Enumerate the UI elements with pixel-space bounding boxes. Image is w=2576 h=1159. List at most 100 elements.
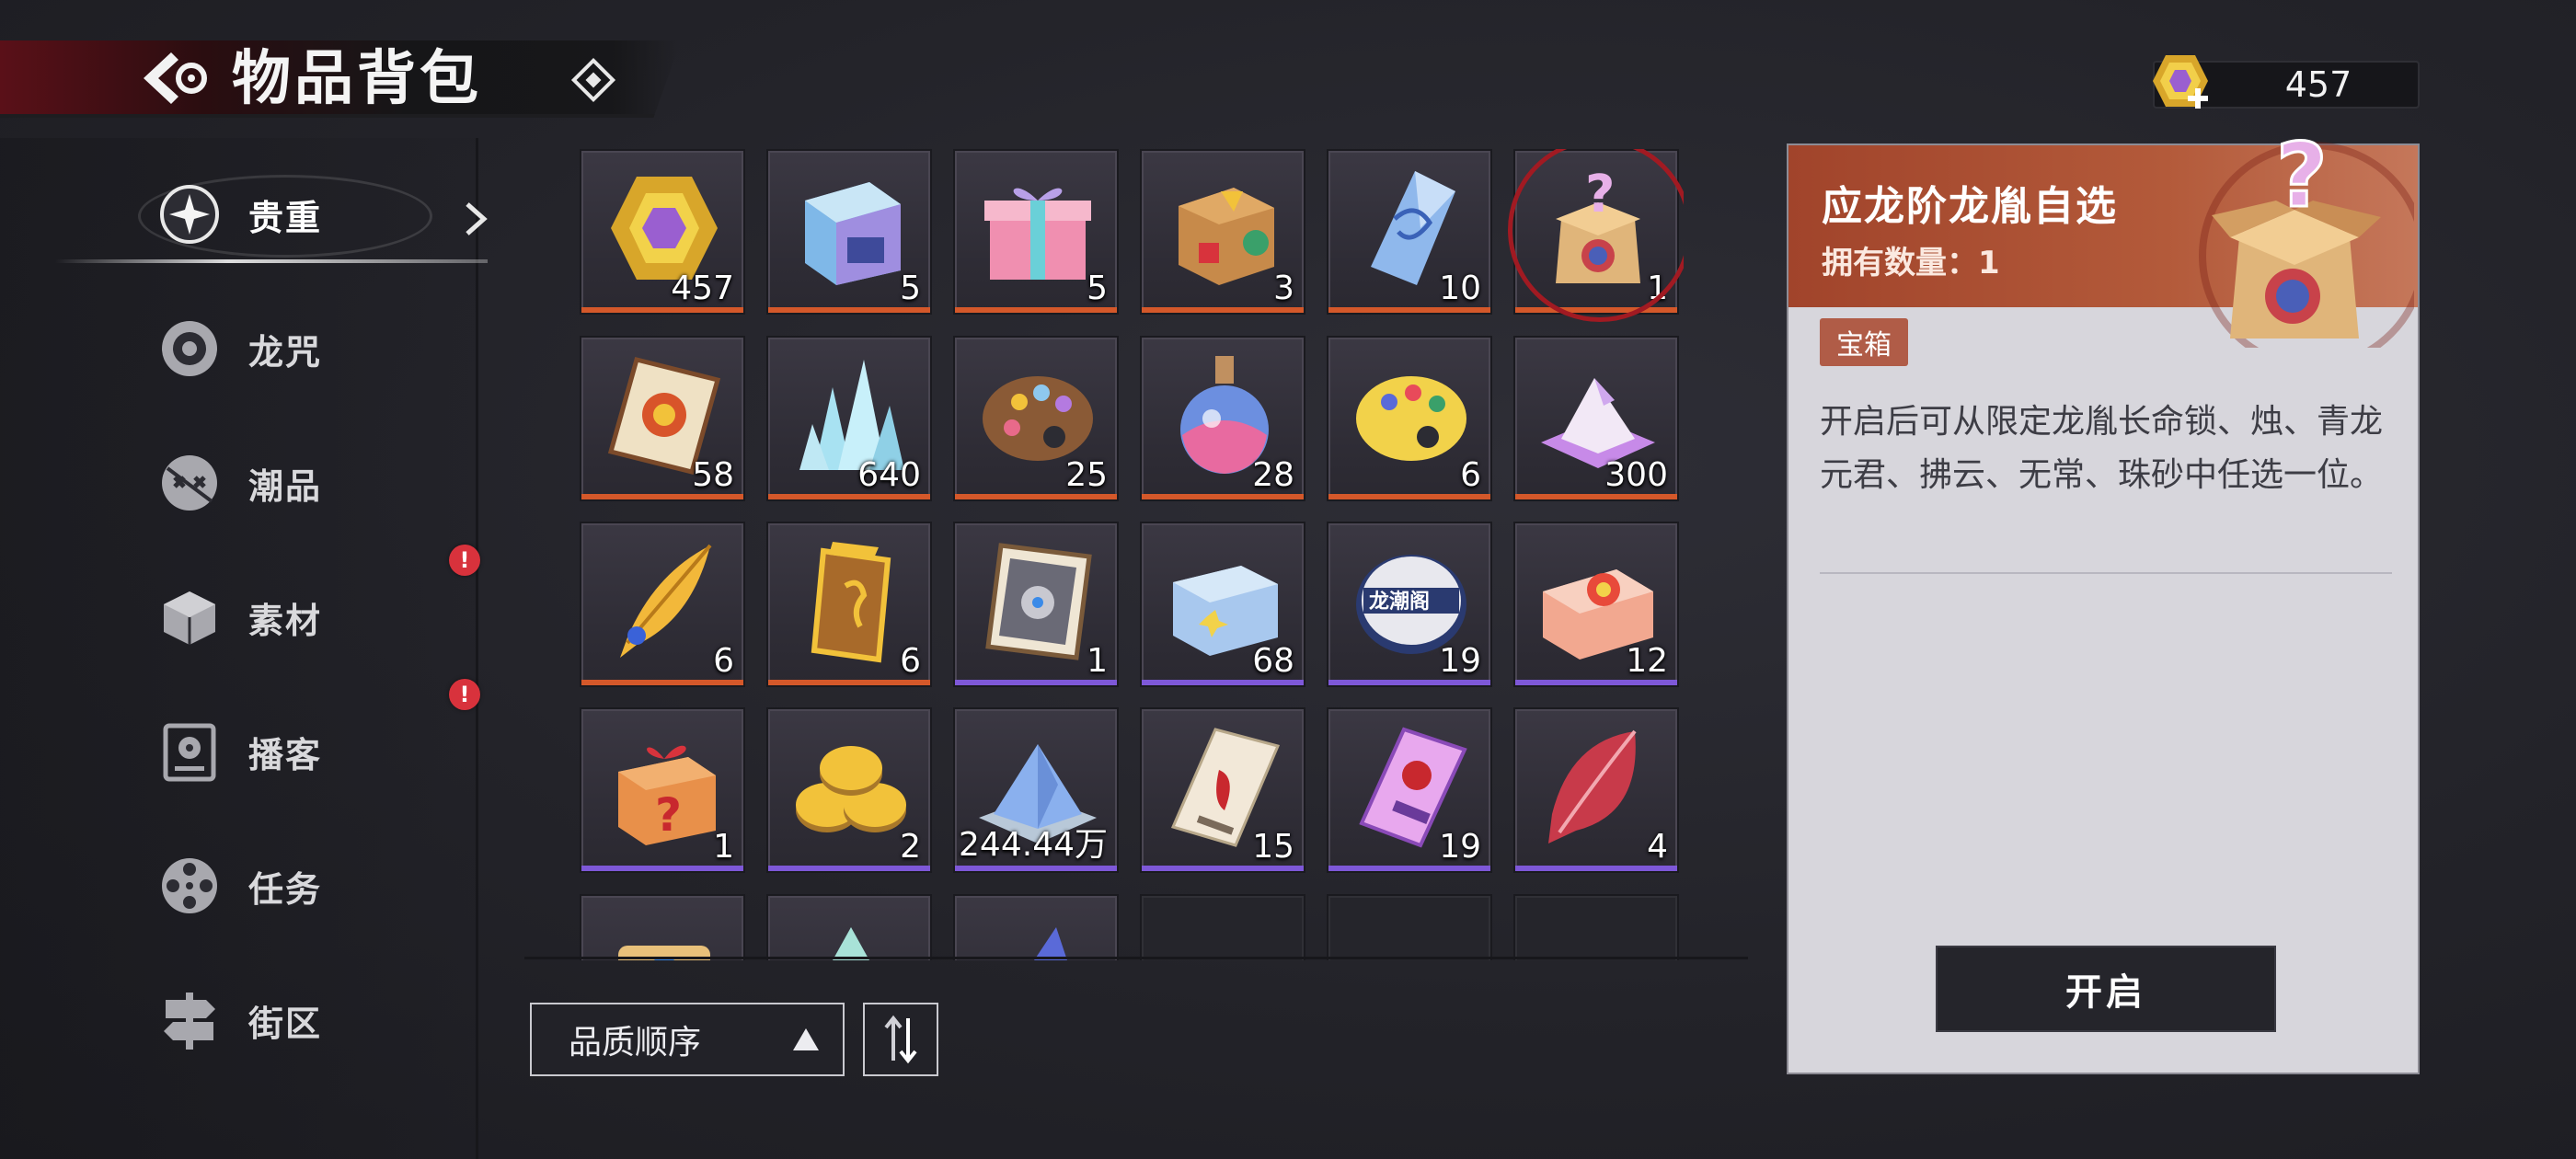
item-slot-wooden-toy-box[interactable]: 3 — [1140, 149, 1305, 315]
quality-bar — [768, 680, 930, 685]
item-description: 开启后可从限定龙胤长命锁、烛、青龙元君、拂云、无常、珠砂中任选一位。 — [1820, 403, 2384, 494]
quality-bar — [955, 680, 1117, 685]
sidebar-item-valuables[interactable]: 贵重 — [156, 164, 469, 265]
item-slot-pink-ticket[interactable]: 19 — [1327, 707, 1492, 873]
sidebar-item-materials[interactable]: 素材 — [156, 567, 469, 668]
svg-text:?: ? — [1585, 165, 1615, 224]
detail-divider — [1820, 572, 2392, 574]
item-detail-panel: 应龙阶龙胤自选 拥有数量：1 ? 宝箱 开启后可从限定龙胤长命锁、烛、青龙元君、… — [1787, 127, 2420, 1074]
item-slot-talisman-ticket[interactable]: 58 — [580, 336, 745, 501]
sidebar-item-tasks[interactable]: 任务 — [156, 835, 469, 936]
svg-text:?: ? — [2276, 127, 2328, 227]
item-name: 应龙阶龙胤自选 — [1822, 183, 2118, 230]
notification-badge-materials: ! — [449, 545, 480, 576]
empty-slot — [1140, 894, 1305, 960]
item-slot-candy-box[interactable]: 12 — [1513, 522, 1679, 687]
sidebar-item-district[interactable]: 街区 — [156, 970, 469, 1071]
sidebar-item-label: 贵重 — [248, 197, 323, 238]
info-diamond-icon[interactable] — [569, 55, 618, 105]
item-slot-golden-plaque[interactable]: 6 — [766, 522, 932, 687]
item-slot-partial[interactable] — [953, 894, 1119, 960]
item-slot-ice-crystals[interactable]: 640 — [766, 336, 932, 501]
grid-divider — [524, 957, 1748, 959]
owned-count: 拥有数量：1 — [1822, 245, 2000, 281]
item-count: 1 — [713, 828, 734, 866]
golden-feather-icon — [620, 544, 712, 658]
quality-bar — [1142, 680, 1304, 685]
quality-bar — [581, 866, 743, 871]
page-title: 物品背包 — [232, 45, 482, 113]
sort-arrows-icon — [884, 1015, 917, 1064]
item-slot-longchao-badge[interactable]: 龙潮阁 19 — [1327, 522, 1492, 687]
currency-value: 457 — [2284, 64, 2352, 105]
item-slot-mystery-box[interactable]: ? 1 — [1508, 149, 1684, 322]
quality-bar — [955, 307, 1117, 313]
blue-shard-icon — [1034, 927, 1067, 960]
quality-bar — [955, 494, 1117, 499]
item-type-tag: 宝箱 — [1820, 318, 1908, 366]
quality-bar — [1328, 494, 1490, 499]
gold-coins-icon — [796, 746, 906, 832]
item-slot-potion-flask[interactable]: 28 — [1140, 336, 1305, 501]
item-slot-golden-feather[interactable]: 6 — [580, 522, 745, 687]
quality-bar — [1142, 866, 1304, 871]
svg-text:龙潮阁: 龙潮阁 — [1369, 590, 1430, 614]
item-slot-paint-palette-brown[interactable]: 25 — [953, 336, 1119, 501]
item-slot-gold-coins[interactable]: 2 — [766, 707, 932, 873]
item-slot-gem-currency[interactable]: 457 — [580, 149, 745, 315]
sidebar-item-label: 街区 — [248, 1003, 323, 1044]
back-button[interactable] — [138, 46, 212, 110]
item-slot-paint-palette-yellow[interactable]: 6 — [1327, 336, 1492, 501]
sort-dropdown[interactable]: 品质顺序 — [530, 1003, 845, 1076]
disc-icon — [156, 316, 223, 382]
signpost-icon — [156, 987, 223, 1053]
item-count: 5 — [1087, 270, 1108, 307]
item-grid: 457 5 5 3 10? 1 58 640 25 28 6 300 6 6 1 68 龙潮阁 19 12? 1 2 24… — [580, 149, 1684, 960]
sort-order-toggle[interactable] — [863, 1003, 938, 1076]
cube-icon — [156, 584, 223, 650]
quality-bar — [581, 494, 743, 499]
quality-bar — [768, 866, 930, 871]
item-slot-blue-crystal-shard[interactable]: 10 — [1327, 149, 1492, 315]
item-slot-red-leaf-gem[interactable]: 4 — [1513, 707, 1679, 873]
item-slot-robot-card[interactable]: 1 — [953, 522, 1119, 687]
item-count: 300 — [1604, 456, 1668, 494]
item-slot-gift-box[interactable]: 5 — [953, 149, 1119, 315]
item-slot-purple-mountain[interactable]: 300 — [1513, 336, 1679, 501]
quality-bar — [1515, 866, 1677, 871]
gem-currency-icon[interactable] — [2147, 50, 2214, 116]
sidebar-item-label: 播客 — [248, 734, 323, 775]
sidebar-item-dragon-curse[interactable]: 龙咒 — [156, 298, 469, 399]
quality-bar — [1515, 494, 1677, 499]
holo-cube-icon — [805, 182, 901, 285]
sidebar-item-label: 潮品 — [248, 465, 323, 507]
item-count: 68 — [1252, 642, 1294, 680]
item-count: 2 — [900, 828, 921, 866]
wooden-toy-box-icon — [1179, 188, 1274, 285]
open-button[interactable]: 开启 — [1936, 946, 2276, 1032]
sidebar-item-podcast[interactable]: 播客 — [156, 701, 469, 802]
svg-text:?: ? — [655, 788, 682, 842]
sidebar-item-trendy[interactable]: 潮品 — [156, 432, 469, 534]
item-slot-orange-mystery-box[interactable]: ? 1 — [580, 707, 745, 873]
item-slot-partial[interactable] — [580, 894, 745, 960]
item-slot-ticket-stub[interactable]: 15 — [1140, 707, 1305, 873]
quality-bar — [1328, 680, 1490, 685]
item-count: 4 — [1647, 828, 1668, 866]
item-count: 5 — [900, 270, 921, 307]
back-arrow-icon — [144, 52, 207, 104]
item-slot-blue-gift-box[interactable]: 68 — [1140, 522, 1305, 687]
radio-icon — [156, 718, 223, 785]
item-slot-blue-sand-pile[interactable]: 244.44万 — [953, 707, 1119, 873]
item-count: 15 — [1252, 828, 1294, 866]
item-slot-partial[interactable] — [766, 894, 932, 960]
quality-bar — [1515, 680, 1677, 685]
sidebar-item-label: 任务 — [248, 868, 323, 910]
ice-gem-icon — [833, 927, 869, 960]
item-slot-holo-cube[interactable]: 5 — [766, 149, 932, 315]
quality-bar — [1328, 866, 1490, 871]
sparkle-icon — [156, 181, 223, 247]
quality-bar — [768, 307, 930, 313]
quality-bar — [1515, 307, 1677, 313]
item-count: 6 — [713, 642, 734, 680]
